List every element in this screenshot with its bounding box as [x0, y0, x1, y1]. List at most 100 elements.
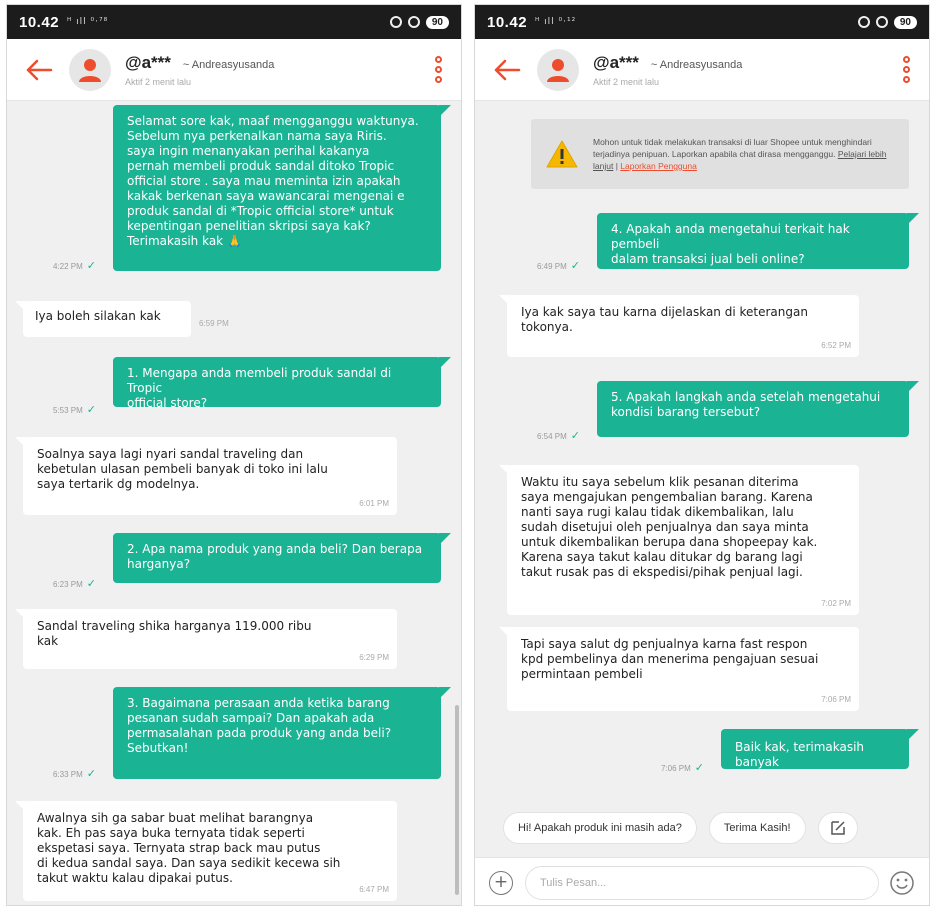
chat-header: @a*** ~ Andreasyusanda Aktif 2 menit lal… [7, 39, 461, 101]
arrow-left-icon [26, 59, 53, 80]
message-sent[interactable]: Baik kak, terimakasih banyak [721, 729, 919, 769]
message-time: 5:53 PM ✓ [53, 404, 97, 416]
message-sent[interactable]: 3. Bagaimana perasaan anda ketika barang… [113, 687, 451, 779]
contact-username: @a*** [125, 52, 171, 72]
message-text: 2. Apa nama produk yang anda beli? Dan b… [127, 542, 423, 571]
dot-icon [434, 56, 442, 63]
alarm-icon [407, 16, 420, 28]
message-time: 7:02 PM [821, 599, 851, 608]
chat-screen-right: 10.42 ᴴ ıll ⁰·¹² 90 @a*** ~ Andreasyusan… [474, 4, 930, 906]
back-button[interactable] [15, 46, 63, 94]
status-bar: 10.42 ᴴ ıll ⁰·⁷⁸ 90 [7, 5, 461, 39]
message-text: Waktu itu saya sebelum klik pesanan dite… [521, 475, 818, 579]
message-received[interactable]: Sandal traveling shika harganya 119.000 … [15, 609, 397, 669]
status-time: 10.42 [487, 13, 528, 31]
location-icon [857, 16, 870, 28]
signal-icon: ᴴ ıll ⁰·¹² [535, 17, 577, 27]
message-text: Soalnya saya lagi nyari sandal traveling… [37, 447, 328, 491]
warning-icon [546, 140, 578, 168]
check-icon: ✓ [86, 260, 97, 272]
check-icon: ✓ [86, 768, 97, 780]
edit-icon [830, 821, 845, 835]
message-received[interactable]: Soalnya saya lagi nyari sandal traveling… [15, 437, 397, 515]
contact-username: @a*** [593, 52, 639, 72]
message-time: 6:54 PM ✓ [537, 430, 581, 442]
message-received[interactable]: Waktu itu saya sebelum klik pesanan dite… [499, 465, 859, 615]
user-icon [547, 58, 569, 82]
back-button[interactable] [483, 46, 531, 94]
edit-quick-replies-button[interactable] [817, 812, 858, 844]
location-icon [389, 16, 402, 28]
arrow-left-icon [494, 59, 521, 80]
dot-icon [902, 66, 910, 73]
dot-icon [434, 76, 442, 83]
status-bar: 10.42 ᴴ ıll ⁰·¹² 90 [475, 5, 929, 39]
dot-icon [902, 76, 910, 83]
message-time: 4:22 PM ✓ [53, 260, 97, 272]
more-options-button[interactable] [899, 56, 913, 83]
quick-reply-thanks[interactable]: Terima Kasih! [708, 812, 806, 844]
check-icon: ✓ [86, 578, 97, 590]
signal-icon: ᴴ ıll ⁰·⁷⁸ [67, 17, 109, 27]
add-attachment-button[interactable]: + [489, 870, 513, 895]
message-received[interactable]: Iya boleh silakan kak 6:59 PM [15, 301, 229, 337]
avatar[interactable] [69, 48, 111, 91]
contact-info[interactable]: @a*** ~ Andreasyusanda Aktif 2 menit lal… [125, 53, 274, 87]
message-sent[interactable]: 4. Apakah anda mengetahui terkait hak pe… [597, 213, 919, 269]
message-time: 6:33 PM ✓ [53, 768, 97, 780]
message-sent[interactable]: 1. Mengapa anda membeli produk sandal di… [113, 357, 451, 410]
message-received[interactable]: Iya kak saya tau karna dijelaskan di ket… [499, 295, 859, 357]
user-icon [79, 58, 101, 82]
alarm-icon [875, 16, 888, 28]
message-received[interactable]: Tapi saya salut dg penjualnya karna fast… [499, 627, 859, 711]
message-text: Sandal traveling shika harganya 119.000 … [37, 619, 312, 648]
safety-notice: Mohon untuk tidak melakukan transaksi di… [531, 119, 909, 189]
active-status: Aktif 2 menit lalu [125, 76, 192, 87]
quick-reply-product-available[interactable]: Hi! Apakah produk ini masih ada? [503, 812, 697, 844]
message-sent[interactable]: Selamat sore kak, maaf mengganggu waktun… [113, 105, 451, 271]
emoji-icon[interactable] [889, 870, 915, 896]
report-user-link[interactable]: Laporkan Pengguna [620, 161, 697, 171]
message-text: Iya boleh silakan kak [35, 309, 161, 323]
contact-shop-name: ~ Andreasyusanda [182, 58, 275, 71]
message-time: 6:23 PM ✓ [53, 578, 97, 590]
message-input[interactable] [525, 865, 879, 900]
chat-header: @a*** ~ Andreasyusanda Aktif 2 menit lal… [475, 39, 929, 101]
message-text: 1. Mengapa anda membeli produk sandal di… [127, 366, 392, 410]
status-time: 10.42 [19, 13, 60, 31]
message-text: 4. Apakah anda mengetahui terkait hak pe… [611, 222, 850, 266]
contact-info[interactable]: @a*** ~ Andreasyusanda Aktif 2 menit lal… [593, 53, 742, 87]
dot-icon [902, 56, 910, 63]
check-icon: ✓ [86, 404, 97, 416]
message-received[interactable]: Awalnya sih ga sabar buat melihat barang… [15, 801, 397, 901]
message-text: Iya kak saya tau karna dijelaskan di ket… [521, 305, 808, 334]
battery-icon: 90 [425, 15, 449, 29]
notice-text: Mohon untuk tidak melakukan transaksi di… [593, 137, 887, 171]
message-time: 6:29 PM [359, 653, 389, 662]
message-text: Selamat sore kak, maaf mengganggu waktun… [127, 114, 419, 248]
scrollbar[interactable] [455, 705, 459, 895]
more-options-button[interactable] [431, 56, 445, 83]
message-text: 3. Bagaimana perasaan anda ketika barang… [127, 696, 392, 755]
check-icon: ✓ [570, 260, 581, 272]
quick-replies: Hi! Apakah produk ini masih ada? Terima … [475, 805, 929, 851]
message-text: 5. Apakah langkah anda setelah mengetahu… [611, 390, 881, 419]
message-sent[interactable]: 5. Apakah langkah anda setelah mengetahu… [597, 381, 919, 437]
contact-shop-name: ~ Andreasyusanda [650, 58, 743, 71]
dot-icon [434, 66, 442, 73]
message-text: Tapi saya salut dg penjualnya karna fast… [521, 637, 819, 681]
avatar[interactable] [537, 48, 579, 91]
message-text: Awalnya sih ga sabar buat melihat barang… [37, 811, 341, 885]
check-icon: ✓ [694, 762, 705, 774]
battery-icon: 90 [893, 15, 917, 29]
message-text: Baik kak, terimakasih banyak [735, 740, 865, 769]
message-time: 7:06 PM ✓ [661, 762, 705, 774]
active-status: Aktif 2 menit lalu [593, 76, 660, 87]
message-time: 6:47 PM [359, 885, 389, 894]
chat-screen-left: 10.42 ᴴ ıll ⁰·⁷⁸ 90 @a*** ~ Andreasyusan… [6, 4, 462, 906]
message-time: 7:06 PM [821, 695, 851, 704]
message-sent[interactable]: 2. Apa nama produk yang anda beli? Dan b… [113, 533, 451, 583]
check-icon: ✓ [570, 430, 581, 442]
message-time: 6:59 PM [199, 319, 229, 328]
message-input-bar: + [475, 857, 929, 905]
